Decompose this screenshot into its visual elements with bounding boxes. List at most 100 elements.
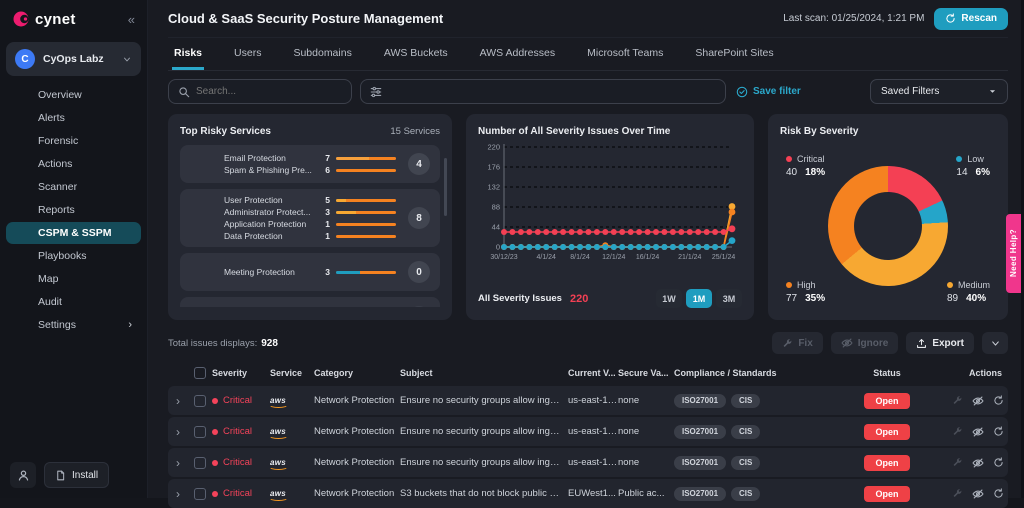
row-checkbox[interactable] [194,395,206,407]
cynet-logo: cynet [12,10,128,28]
protection-bar [336,271,396,274]
protection-label: User Protection [224,195,312,205]
sidebar-item-forensic[interactable]: Forensic [6,130,141,152]
legend-dot [956,156,962,162]
wrench-icon[interactable] [952,426,963,437]
line-chart: 0448813217622030/12/234/1/248/1/2412/1/2… [478,141,742,289]
tab-aws-addresses[interactable]: AWS Addresses [478,38,557,70]
account-button[interactable] [10,462,36,488]
service-item[interactable] [180,297,440,307]
compliance-badge: ISO27001 [674,394,726,408]
service-badge: 0 [408,261,430,283]
card-title: Number of All Severity Issues Over Time [478,126,670,137]
refresh-icon[interactable] [993,457,1004,468]
column-header-category[interactable]: Category [314,368,400,378]
column-header-actions[interactable]: Actions [938,368,1008,378]
sidebar-item-alerts[interactable]: Alerts [6,107,141,129]
column-header-compliance-standards[interactable]: Compliance / Standards [674,368,836,378]
sidebar-item-audit[interactable]: Audit [6,291,141,313]
sidebar-item-actions[interactable]: Actions [6,153,141,175]
refresh-icon[interactable] [993,395,1004,406]
sidebar-item-scanner[interactable]: Scanner [6,176,141,198]
filter-input[interactable] [388,86,716,97]
tab-sharepoint-sites[interactable]: SharePoint Sites [693,38,775,70]
fix-button[interactable]: Fix [772,332,822,354]
donut-hole [854,192,922,260]
current-value-cell: us-east-1/... [568,426,618,437]
column-header-current-v[interactable]: Current V... [568,368,618,378]
org-selector[interactable]: C CyOps Labz [6,42,141,76]
services-count: 15 Services [390,126,440,137]
search-input[interactable] [196,86,342,97]
tab-risks[interactable]: Risks [172,38,204,70]
total-issues-value: 928 [261,338,278,349]
column-header-secure-va[interactable]: Secure Va... [618,368,674,378]
sidebar-item-label: Overview [38,89,132,101]
sliders-icon[interactable] [370,86,382,98]
legend-medium: Medium 8940% [947,280,990,304]
sidebar-item-map[interactable]: Map [6,268,141,290]
severity-dot [212,491,218,497]
tab-aws-buckets[interactable]: AWS Buckets [382,38,450,70]
refresh-icon[interactable] [993,426,1004,437]
expand-row-icon[interactable]: › [168,456,188,470]
ignore-button[interactable]: Ignore [831,332,899,354]
sidebar-item-cspm-sspm[interactable]: CSPM & SSPM [6,222,141,244]
tab-subdomains[interactable]: Subdomains [291,38,353,70]
eye-slash-icon[interactable] [972,395,984,407]
service-item[interactable]: Meeting Protection 3 0 [180,253,440,291]
install-button[interactable]: Install [44,462,109,488]
need-help-tab[interactable]: Need Help? [1006,214,1021,293]
expand-row-icon[interactable]: › [168,487,188,501]
eye-slash-icon[interactable] [972,426,984,438]
sidebar-item-overview[interactable]: Overview [6,84,141,106]
range-button-1m[interactable]: 1M [686,289,712,308]
chevron-down-icon [988,87,997,96]
protection-label: Data Protection [224,231,312,241]
tab-users[interactable]: Users [232,38,263,70]
protection-label: Administrator Protect... [224,207,312,217]
service-item[interactable]: User Protection 5 Administrator Protect.… [180,189,440,247]
wrench-icon[interactable] [952,395,963,406]
eye-slash-icon [841,337,853,349]
refresh-icon[interactable] [993,488,1004,499]
range-buttons: 1W1M3M [656,289,742,308]
service-item[interactable]: Email Protection 7 Spam & Phishing Pre..… [180,145,440,183]
column-header-severity[interactable]: Severity [212,368,270,378]
rescan-button[interactable]: Rescan [934,8,1008,30]
table-body: › Critical aws Network Protection Ensure… [168,386,1008,508]
more-actions-button[interactable] [982,332,1008,354]
collapse-sidebar-icon[interactable]: « [128,12,135,27]
range-button-1w[interactable]: 1W [656,289,682,308]
all-severity-issues-label: All Severity Issues [478,293,562,304]
expand-row-icon[interactable]: › [168,425,188,439]
save-filter-link[interactable]: Save filter [736,86,801,98]
expand-row-icon[interactable]: › [168,394,188,408]
services-scrollbar[interactable] [444,158,447,216]
current-value-cell: us-east-1/... [568,457,618,468]
category-cell: Network Protection [314,457,400,468]
tab-label: SharePoint Sites [695,47,773,59]
svg-text:4/1/24: 4/1/24 [536,254,556,261]
select-all-checkbox[interactable] [194,367,206,379]
wrench-icon[interactable] [952,457,963,468]
saved-filters-dropdown[interactable]: Saved Filters [870,79,1008,104]
column-header-status[interactable]: Status [836,368,938,378]
sidebar-item-playbooks[interactable]: Playbooks [6,245,141,267]
sidebar-item-label: Reports [38,204,132,216]
row-checkbox[interactable] [194,426,206,438]
legend-label: Low [967,154,984,164]
sidebar-item-settings[interactable]: Settings › [6,314,141,336]
wrench-icon[interactable] [952,488,963,499]
sidebar-item-reports[interactable]: Reports [6,199,141,221]
row-checkbox[interactable] [194,457,206,469]
range-button-3m[interactable]: 3M [716,289,742,308]
compliance-cell: ISO27001CIS [674,487,836,501]
column-header-service[interactable]: Service [270,368,314,378]
sidebar-item-label: CSPM & SSPM [38,227,132,239]
sidebar-item-label: Actions [38,158,132,170]
eye-slash-icon[interactable] [972,457,984,469]
export-button[interactable]: Export [906,332,974,354]
column-header-subject[interactable]: Subject [400,368,568,378]
tab-microsoft-teams[interactable]: Microsoft Teams [585,38,665,70]
